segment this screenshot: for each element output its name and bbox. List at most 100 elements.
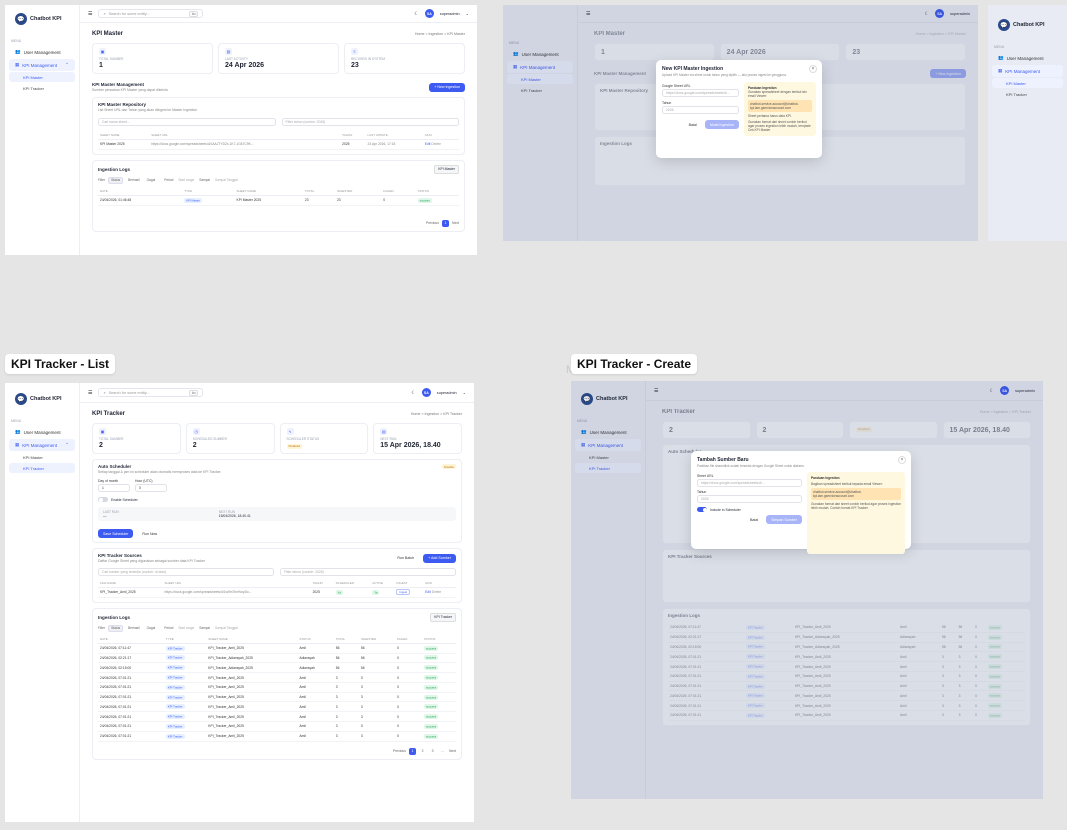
year-filter-input[interactable]: Filter tahun (contoh: 2026) bbox=[280, 568, 456, 576]
sidebar-item-user-management[interactable]: 👥 User Management bbox=[9, 46, 75, 58]
add-source-button[interactable]: + Add Sumber bbox=[423, 553, 456, 563]
sidebar-sub-kpi-tracker[interactable]: KPI Tracker bbox=[9, 83, 75, 93]
status-badge: success bbox=[424, 694, 439, 700]
sheet-url-input[interactable]: https://docs.google.com/spreadsheets/d/.… bbox=[697, 479, 802, 487]
prev-page-button[interactable]: Previous bbox=[393, 749, 406, 753]
sidebar-item-user-management[interactable]: 👥 User Management bbox=[9, 426, 75, 438]
filter-chip-success[interactable]: Berhasil bbox=[126, 626, 142, 631]
page-button[interactable]: 3 bbox=[429, 748, 436, 755]
delete-button[interactable]: Delete bbox=[431, 142, 441, 146]
log-type-button[interactable]: KPI Tracker bbox=[430, 612, 456, 622]
log-source: Amil bbox=[297, 672, 334, 683]
chevron-down-icon[interactable]: ⌄ bbox=[463, 390, 466, 395]
status-badge: success bbox=[424, 714, 439, 720]
log-type-button[interactable]: KPI Master bbox=[434, 164, 459, 174]
year-filter-input[interactable]: Filter tahun (contoh: 2026) bbox=[281, 118, 459, 126]
sidebar-sub-kpi-tracker[interactable]: KPI Tracker bbox=[9, 463, 75, 473]
ingest-button[interactable]: Ingest bbox=[396, 589, 411, 596]
log-filters: Filter Status Berhasil Gagal Period Star… bbox=[98, 176, 459, 184]
save-scheduler-button[interactable]: Save Scheduler bbox=[98, 529, 134, 538]
sidebar-sub-kpi-master[interactable]: KPI Master bbox=[992, 78, 1063, 88]
column-header: SHEET URL bbox=[162, 579, 311, 588]
page-button[interactable]: 1 bbox=[442, 219, 450, 227]
close-icon[interactable]: × bbox=[809, 65, 817, 73]
filter-chip-status[interactable]: Status bbox=[108, 176, 124, 184]
table-row: 24/04/2026, 07:01:21 KPI Tracker KPI_Track… bbox=[98, 711, 456, 723]
start-range-input[interactable]: Start range bbox=[176, 626, 196, 631]
run-batch-button[interactable]: Run Batch bbox=[392, 554, 419, 563]
sidebar-toggle-icon[interactable]: ☰ bbox=[88, 11, 92, 17]
run-now-button[interactable]: Run Now bbox=[137, 529, 162, 538]
table-row: 24/04/2026, 01:46:48 KPI Master KPI Mast… bbox=[98, 195, 459, 206]
sheet-url[interactable]: https://docs.google.com/spreadsheets/d/1… bbox=[162, 587, 311, 598]
partial-frame: 💬 Chatbot KPI MENU 👥 User Management ▦ KPI… bbox=[988, 5, 1067, 241]
filter-chip-failed[interactable]: Gagal bbox=[145, 178, 158, 183]
service-account-email: chatbot-service-account@chatbot-kpi.iam.… bbox=[748, 100, 812, 112]
active-badge: Ya bbox=[372, 589, 380, 595]
search-input[interactable]: ⌕ Search for some entity... ⌘K bbox=[98, 9, 204, 18]
new-ingestion-button[interactable]: + New ingestion bbox=[429, 82, 465, 92]
prev-page-button[interactable]: Previous bbox=[426, 221, 439, 225]
edit-button[interactable]: Edit bbox=[425, 142, 431, 146]
user-name[interactable]: superadmin bbox=[440, 12, 460, 16]
moon-icon[interactable]: ☾ bbox=[414, 11, 418, 17]
page-button[interactable]: 2 bbox=[419, 748, 426, 755]
users-icon: 👥 bbox=[998, 55, 1004, 60]
sidebar-item-user-management[interactable]: 👥 User Management bbox=[992, 52, 1063, 64]
next-page-button[interactable]: Next bbox=[449, 749, 456, 753]
sheet-url[interactable]: https://docs.google.com/spreadsheets/d/1… bbox=[149, 139, 341, 150]
avatar[interactable]: SA bbox=[421, 388, 431, 397]
log-total: 3 bbox=[333, 672, 359, 683]
search-input[interactable]: ⌕ Search for some entity... ⌘K bbox=[98, 388, 204, 397]
sidebar-sub-kpi-master[interactable]: KPI Master bbox=[9, 452, 75, 462]
log-date: 24/04/2026, 01:46:48 bbox=[98, 195, 183, 206]
sidebar-item-kpi-management[interactable]: ▦ KPI Management bbox=[992, 65, 1063, 77]
kpi-master-modal-frame: MENU 👥 User Management ▦ KPI Management KP… bbox=[503, 5, 978, 241]
log-total: 23 bbox=[302, 195, 335, 206]
sidebar-toggle-icon[interactable]: ☰ bbox=[88, 390, 92, 396]
breadcrumb[interactable]: Home > Ingestion > KPI Tracker bbox=[411, 412, 462, 416]
next-page-button[interactable]: Next bbox=[452, 221, 459, 225]
year-input[interactable]: 2026 bbox=[697, 495, 802, 503]
avatar[interactable]: SA bbox=[424, 9, 434, 18]
sidebar-sub-kpi-tracker[interactable]: KPI Tracker bbox=[992, 89, 1063, 99]
sheet-search-input[interactable]: Cari nama sheet... bbox=[98, 118, 276, 126]
year-input[interactable]: 2026 bbox=[662, 106, 739, 114]
log-sheet: KPI_Tracker_Amil_2025 bbox=[206, 701, 298, 713]
save-source-button[interactable]: Simpan Sumber bbox=[766, 515, 802, 524]
end-date-input[interactable]: Sampai Tanggal bbox=[213, 178, 240, 183]
delete-button[interactable]: Delete bbox=[432, 590, 442, 594]
hour-input[interactable]: 0 bbox=[135, 484, 167, 492]
modal-overlay[interactable] bbox=[571, 381, 1043, 799]
sheet-search-input[interactable]: Cari tracker yang tersedia (contoh: di a… bbox=[98, 568, 274, 576]
end-date-input[interactable]: Sampai Tanggal bbox=[213, 626, 240, 631]
start-range-input[interactable]: Start range bbox=[176, 178, 196, 183]
user-name[interactable]: superadmin bbox=[437, 391, 457, 395]
include-scheduler-toggle[interactable] bbox=[697, 507, 707, 512]
chevron-down-icon[interactable]: ⌄ bbox=[466, 11, 469, 16]
page-button[interactable]: 1 bbox=[409, 747, 417, 755]
edit-button[interactable]: Edit bbox=[425, 590, 431, 594]
sidebar-item-kpi-management[interactable]: ▦ KPI Management ⌃ bbox=[9, 439, 75, 451]
close-icon[interactable]: × bbox=[898, 456, 906, 464]
log-ingested: 3 bbox=[358, 682, 396, 693]
filter-chip-success[interactable]: Berhasil bbox=[126, 178, 142, 183]
cancel-button[interactable]: Batal bbox=[684, 120, 702, 129]
column-header: SHEET NAME bbox=[98, 131, 150, 140]
sidebar-sub-kpi-master[interactable]: KPI Master bbox=[9, 72, 75, 82]
card-title: KPI Tracker Sources bbox=[98, 553, 142, 558]
filter-chip-status[interactable]: Status bbox=[108, 624, 124, 632]
filter-chip-failed[interactable]: Gagal bbox=[145, 626, 158, 631]
day-of-month-input[interactable]: 1 bbox=[98, 484, 130, 492]
enable-scheduler-toggle[interactable] bbox=[98, 497, 108, 502]
cancel-button[interactable]: Batal bbox=[745, 515, 763, 524]
moon-icon[interactable]: ☾ bbox=[411, 390, 415, 396]
sheet-url-input[interactable]: https://docs.google.com/spreadsheets/d/.… bbox=[662, 89, 739, 97]
log-date: 24/04/2026, 07:01:21 bbox=[98, 682, 164, 693]
breadcrumb[interactable]: Home > Ingestion > KPI Master bbox=[415, 32, 465, 36]
sidebar-item-kpi-management[interactable]: ▦ KPI Management ⌃ bbox=[9, 59, 75, 71]
column-header: Status bbox=[422, 634, 456, 644]
start-ingestion-button[interactable]: Mulai Ingestion bbox=[704, 120, 739, 129]
search-shortcut: ⌘K bbox=[189, 389, 199, 396]
stat-value: 2 bbox=[99, 442, 103, 449]
